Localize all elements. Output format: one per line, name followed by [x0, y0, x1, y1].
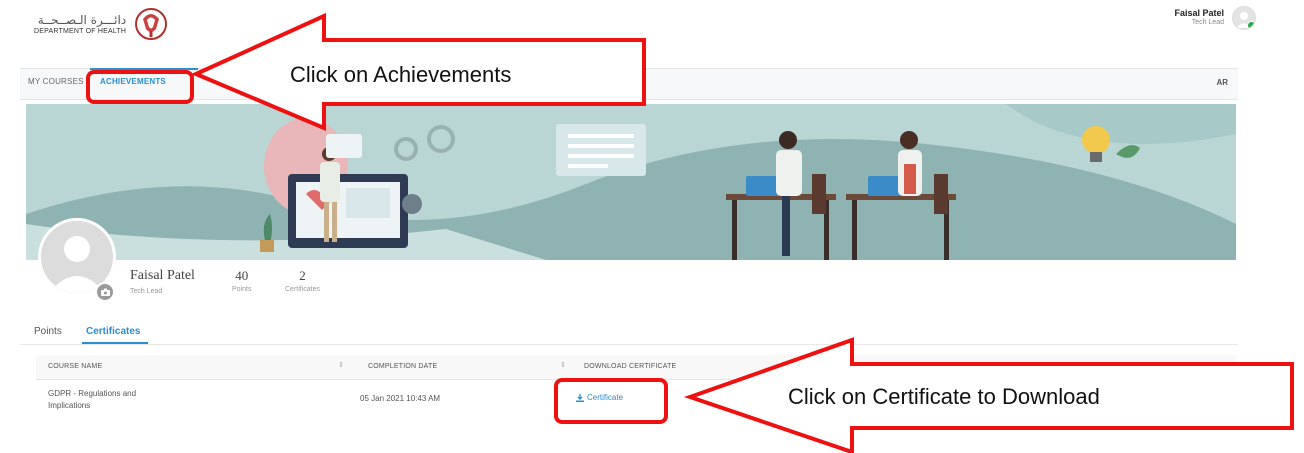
certificate-callout-text: Click on Certificate to Download	[788, 384, 1100, 409]
achievements-callout-text: Click on Achievements	[290, 62, 512, 87]
certificate-highlight-box	[554, 378, 668, 424]
